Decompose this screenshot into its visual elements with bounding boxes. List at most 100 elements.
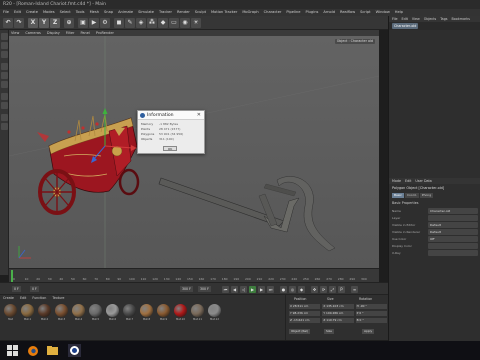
- model-mode-icon[interactable]: [1, 33, 8, 40]
- windows-start-icon[interactable]: [6, 344, 19, 357]
- rotation-field[interactable]: B 0 °: [355, 318, 387, 323]
- menu-item[interactable]: Select: [60, 9, 71, 16]
- close-icon[interactable]: ✕: [197, 111, 201, 120]
- last-frame-icon[interactable]: ⏭: [267, 286, 274, 293]
- attribute-value-field[interactable]: [428, 250, 478, 256]
- current-frame-field[interactable]: 0 F: [30, 286, 39, 292]
- position-field[interactable]: Y 98.236 cm: [289, 311, 321, 316]
- coordinate-system-icon[interactable]: ⊕: [64, 18, 74, 28]
- menu-item[interactable]: Create: [26, 9, 38, 16]
- render-settings-icon[interactable]: ⚙: [100, 18, 110, 28]
- attribute-menu-item[interactable]: Edit: [405, 178, 411, 184]
- material-swatch[interactable]: Mat.5: [88, 304, 103, 321]
- blender-icon[interactable]: [26, 344, 39, 357]
- menu-item[interactable]: Render: [177, 9, 190, 16]
- render-view-icon[interactable]: ▣: [78, 18, 88, 28]
- menu-item[interactable]: Script: [360, 9, 370, 16]
- position-field[interactable]: Z -13.621 cm: [289, 318, 321, 323]
- first-frame-icon[interactable]: ⏮: [222, 286, 229, 293]
- cube-icon[interactable]: ◼: [114, 18, 124, 28]
- attribute-tab[interactable]: Coord.: [404, 193, 419, 198]
- texture-mode-icon[interactable]: [1, 42, 8, 49]
- material-menu-item[interactable]: Function: [32, 295, 46, 301]
- axis-x-button[interactable]: X: [28, 18, 38, 28]
- coord-mode-dropdown[interactable]: Object (Rel): [289, 329, 311, 334]
- attribute-tab[interactable]: Phong: [419, 193, 434, 198]
- menu-item[interactable]: Simulate: [138, 9, 154, 16]
- record-icon[interactable]: ●: [280, 286, 287, 293]
- cinema4d-icon[interactable]: [68, 344, 81, 357]
- move-key-icon[interactable]: ✥: [311, 286, 318, 293]
- material-swatch[interactable]: Mat.8: [139, 304, 154, 321]
- menu-item[interactable]: Edit: [14, 9, 21, 16]
- timeline-ruler[interactable]: 0 10 20 30 40 50 60 70 80 90 100 110 120 130 140 150 160…: [9, 268, 379, 282]
- pen-icon[interactable]: ✎: [125, 18, 135, 28]
- attribute-menu-item[interactable]: Mode: [392, 178, 401, 184]
- attribute-value-field[interactable]: [428, 243, 478, 249]
- ok-button[interactable]: OK: [163, 146, 177, 151]
- floor-icon[interactable]: ▭: [169, 18, 179, 28]
- polygons-mode-icon[interactable]: [1, 81, 8, 88]
- menu-item[interactable]: Character: [264, 9, 282, 16]
- param-key-icon[interactable]: P: [338, 286, 345, 293]
- next-key-icon[interactable]: ▶: [258, 286, 265, 293]
- attribute-value-field[interactable]: Character-old: [428, 208, 478, 214]
- size-field[interactable]: X 135.103 cm: [322, 304, 354, 309]
- menu-item[interactable]: Mesh: [90, 9, 99, 16]
- axis-z-button[interactable]: Z: [50, 18, 60, 28]
- attribute-value-field[interactable]: Off: [428, 236, 478, 242]
- menu-item[interactable]: Sculpt: [195, 9, 206, 16]
- material-swatch[interactable]: Mat.4: [71, 304, 86, 321]
- subdivision-icon[interactable]: ◈: [136, 18, 146, 28]
- attribute-value-field[interactable]: Default: [428, 229, 478, 235]
- render-picture-viewer-icon[interactable]: ▶: [89, 18, 99, 28]
- apply-button[interactable]: Apply: [362, 329, 375, 334]
- menu-item[interactable]: Help: [395, 9, 403, 16]
- rotate-key-icon[interactable]: ⟳: [320, 286, 327, 293]
- snap-icon[interactable]: [1, 114, 8, 121]
- preview-end-field[interactable]: 300 F: [198, 286, 211, 292]
- points-mode-icon[interactable]: [1, 63, 8, 70]
- material-swatch[interactable]: Mat.9: [156, 304, 171, 321]
- menu-item[interactable]: Modes: [43, 9, 55, 16]
- undo-icon[interactable]: ↶: [3, 18, 13, 28]
- redo-icon[interactable]: ↷: [14, 18, 24, 28]
- attribute-tab[interactable]: Basic: [392, 193, 404, 198]
- menu-item[interactable]: Animate: [118, 9, 133, 16]
- size-field[interactable]: Z 119.79 cm: [322, 318, 354, 323]
- material-menu-item[interactable]: Create: [3, 295, 14, 301]
- edges-mode-icon[interactable]: [1, 72, 8, 79]
- play-backward-icon[interactable]: ◁: [240, 286, 247, 293]
- material-swatch[interactable]: Mat.10: [173, 304, 188, 321]
- attribute-value-field[interactable]: [428, 215, 478, 221]
- material-swatch[interactable]: Mat: [3, 304, 18, 321]
- end-frame-field[interactable]: 300 F: [180, 286, 193, 292]
- menu-item[interactable]: Realflow: [340, 9, 355, 16]
- position-field[interactable]: X 28.511 cm: [289, 304, 321, 309]
- play-icon[interactable]: ▶: [249, 286, 256, 293]
- deformer-icon[interactable]: ◆: [158, 18, 168, 28]
- size-mode-dropdown[interactable]: Size: [324, 329, 334, 334]
- material-swatch[interactable]: Mat.11: [190, 304, 205, 321]
- material-swatch[interactable]: Mat.7: [122, 304, 137, 321]
- menu-item[interactable]: Window: [376, 9, 390, 16]
- light-icon[interactable]: ☀: [191, 18, 201, 28]
- material-swatch[interactable]: Mat.1: [20, 304, 35, 321]
- menu-item[interactable]: Motion Tracker: [211, 9, 237, 16]
- attribute-menu-item[interactable]: User Data: [415, 178, 431, 184]
- attribute-value-field[interactable]: Default: [428, 222, 478, 228]
- menu-item[interactable]: Pipeline: [286, 9, 300, 16]
- axis-y-button[interactable]: Y: [39, 18, 49, 28]
- timeline-window-icon[interactable]: ≡: [351, 286, 358, 293]
- menu-item[interactable]: Tracker: [159, 9, 172, 16]
- scale-key-icon[interactable]: ⤢: [329, 286, 336, 293]
- start-frame-field[interactable]: 0 F: [12, 286, 21, 292]
- menu-item[interactable]: Arnold: [323, 9, 335, 16]
- material-menu-item[interactable]: Texture: [52, 295, 64, 301]
- file-explorer-icon[interactable]: [46, 344, 59, 357]
- rotation-field[interactable]: P 0 °: [355, 311, 387, 316]
- material-swatch[interactable]: Mat.6: [105, 304, 120, 321]
- menu-item[interactable]: Plugins: [305, 9, 318, 16]
- menu-item[interactable]: MoGraph: [242, 9, 258, 16]
- menu-item[interactable]: Tools: [76, 9, 85, 16]
